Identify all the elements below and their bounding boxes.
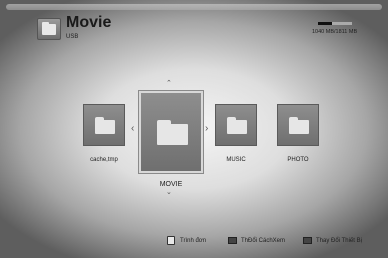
storage-fill: [318, 22, 332, 25]
folder-icon: [157, 120, 188, 145]
folder-icon: [289, 117, 309, 134]
storage-usage: 1040 MB/1811 MB: [312, 29, 358, 35]
footer-change-view-label: ThĐổi CáchXem: [241, 238, 286, 244]
folder-tile-cache-tmp[interactable]: [83, 104, 125, 146]
folder-label-movie: MOVIE: [159, 181, 183, 188]
folder-label-music: MUSIC: [226, 157, 246, 163]
arrow-down-icon[interactable]: ⌄: [166, 189, 172, 196]
device-button-icon: [303, 237, 312, 244]
arrow-up-icon[interactable]: ⌃: [166, 80, 172, 87]
page-title: Movie: [66, 14, 112, 31]
device-label: USB: [66, 34, 79, 40]
arrow-right-icon[interactable]: ›: [205, 124, 208, 134]
folder-icon: [95, 117, 115, 134]
top-bar: [6, 4, 382, 10]
menu-button-icon: [167, 236, 175, 245]
footer-change-device-label: Thay Đổi Thiết Bị: [316, 238, 362, 244]
folder-label-cache-tmp: cache,tmp: [90, 157, 118, 163]
arrow-left-icon[interactable]: ‹: [131, 124, 134, 134]
view-button-icon: [228, 237, 237, 244]
movie-folder-icon: [37, 18, 61, 40]
folder-tile-movie[interactable]: [139, 91, 203, 173]
storage-bar: [318, 22, 352, 25]
media-browser-screen: Movie USB 1040 MB/1811 MB cache,tmp MOVI…: [0, 0, 388, 258]
footer-menu-label: Trình đơn: [180, 238, 207, 244]
folder-tile-music[interactable]: [215, 104, 257, 146]
folder-icon: [227, 117, 247, 134]
folder-label-photo: PHOTO: [287, 157, 309, 163]
folder-tile-photo[interactable]: [277, 104, 319, 146]
